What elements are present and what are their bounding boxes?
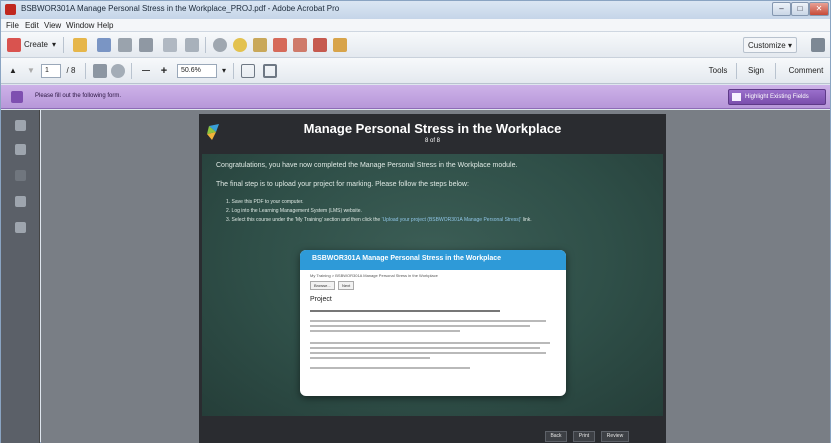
- bookmarks-icon[interactable]: [15, 144, 26, 155]
- print-button[interactable]: Print: [573, 431, 595, 442]
- back-button[interactable]: Back: [545, 431, 567, 442]
- arrow-up-icon[interactable]: ▲: [7, 63, 19, 79]
- page-number-input[interactable]: 1: [41, 64, 61, 78]
- open-folder-icon[interactable]: [73, 38, 87, 52]
- chalkboard-content: Congratulations, you have now completed …: [202, 154, 663, 416]
- page-title: Manage Personal Stress in the Workplace: [303, 121, 562, 136]
- lms-text-line: [310, 330, 460, 332]
- fit-page-icon[interactable]: [263, 64, 277, 78]
- customize-label: Customize: [747, 41, 786, 50]
- zoom-out-icon[interactable]: —: [139, 63, 153, 79]
- chevron-down-icon[interactable]: ▾: [49, 37, 59, 53]
- page-total: / 8: [66, 66, 76, 75]
- upload-project-link[interactable]: 'Upload your project (BSBWOR301A Manage …: [382, 217, 522, 223]
- arrow-down-icon[interactable]: ▼: [25, 63, 37, 79]
- highlight-fields-icon: [732, 93, 741, 101]
- step-2: 2. Log into the Learning Management Syst…: [226, 208, 362, 214]
- zoom-dropdown-icon[interactable]: ▾: [219, 63, 229, 79]
- lms-text-line: [310, 342, 550, 344]
- final-step-text: The final step is to upload your project…: [216, 181, 469, 188]
- lms-browse-button: Browse...: [310, 281, 335, 290]
- acrobat-app-icon: [5, 4, 16, 15]
- menu-bar: File Edit View Window Help: [1, 19, 830, 32]
- lms-text-line: [310, 367, 470, 369]
- paperclip-icon[interactable]: [15, 170, 26, 181]
- lms-screenshot: BSBWOR301A Manage Personal Stress in the…: [300, 250, 566, 396]
- highlight-fields-label: Highlight Existing Fields: [745, 94, 809, 100]
- settings-icon[interactable]: [213, 38, 227, 52]
- zoom-level-input[interactable]: 50.6%: [177, 64, 217, 78]
- lms-header: BSBWOR301A Manage Personal Stress in the…: [300, 250, 566, 270]
- highlight-icon[interactable]: [253, 38, 267, 52]
- acrobat-window: BSBWOR301A Manage Personal Stress in the…: [0, 0, 831, 443]
- congrats-text: Congratulations, you have now completed …: [216, 162, 518, 169]
- fit-width-icon[interactable]: [241, 64, 255, 78]
- customize-button[interactable]: Customize ▾: [743, 37, 797, 53]
- title-bar: BSBWOR301A Manage Personal Stress in the…: [1, 1, 830, 19]
- tools-pane-button[interactable]: Tools: [705, 63, 731, 79]
- menu-file[interactable]: File: [6, 21, 19, 30]
- comment-pane-button[interactable]: Comment: [782, 63, 830, 79]
- menu-window[interactable]: Window: [66, 21, 94, 30]
- step-3-end: link.: [522, 217, 532, 223]
- lms-text-line: [310, 320, 546, 322]
- create-pdf-icon: [7, 38, 21, 52]
- pdf-export-icon[interactable]: [293, 38, 307, 52]
- layers-icon[interactable]: [15, 222, 26, 233]
- pdf-share-icon[interactable]: [313, 38, 327, 52]
- combine-icon[interactable]: [185, 38, 199, 52]
- lms-project-heading: Project: [310, 296, 332, 303]
- sign-pane-button[interactable]: Sign: [743, 63, 769, 79]
- step-3: 3. Select this course under the 'My Trai…: [226, 217, 532, 223]
- select-cursor-icon[interactable]: [93, 64, 107, 78]
- lms-text-line: [310, 310, 500, 312]
- pdf-page: Manage Personal Stress in the Workplace …: [199, 114, 666, 443]
- expand-icon[interactable]: [811, 38, 825, 52]
- window-title: BSBWOR301A Manage Personal Stress in the…: [21, 4, 340, 13]
- lms-next-button: Next: [338, 281, 355, 290]
- email-icon[interactable]: [139, 38, 153, 52]
- main-toolbar: Create ▾ Customize ▾: [1, 32, 830, 58]
- create-button[interactable]: Create: [23, 37, 49, 53]
- print-icon[interactable]: [118, 38, 132, 52]
- save-icon[interactable]: [97, 38, 111, 52]
- lms-text-line: [310, 357, 430, 359]
- form-icon: [11, 91, 23, 103]
- step-1: 1. Save this PDF to your computer.: [226, 199, 304, 205]
- hand-tool-icon[interactable]: [111, 64, 125, 78]
- menu-view[interactable]: View: [44, 21, 61, 30]
- menu-edit[interactable]: Edit: [25, 21, 39, 30]
- zoom-in-icon[interactable]: +: [157, 63, 171, 79]
- navigation-toolbar: ▲ ▼ 1 / 8 — + 50.6% ▾ Tools Sign Comment: [1, 58, 830, 84]
- page-indicator: 8 of 8: [424, 138, 440, 144]
- signatures-icon[interactable]: [15, 196, 26, 207]
- review-button[interactable]: Review: [601, 431, 629, 442]
- lms-breadcrumb: My Training > BSBWOR301A Manage Personal…: [310, 273, 438, 278]
- lms-text-line: [310, 347, 540, 349]
- lms-title: BSBWOR301A Manage Personal Stress in the…: [312, 255, 502, 262]
- page-thumbnails-icon[interactable]: [15, 120, 26, 131]
- pdf-sign-icon[interactable]: [333, 38, 347, 52]
- step-3-text: 3. Select this course under the 'My Trai…: [226, 217, 381, 223]
- document-area-right: [666, 110, 830, 443]
- lms-text-line: [310, 325, 530, 327]
- maximize-button[interactable]: □: [791, 2, 809, 16]
- lms-text-line: [310, 352, 546, 354]
- form-message: Please fill out the following form.: [35, 93, 122, 99]
- form-message-bar: Please fill out the following form. High…: [1, 85, 830, 109]
- highlight-fields-button[interactable]: Highlight Existing Fields: [728, 89, 826, 105]
- page-header: Manage Personal Stress in the Workplace …: [199, 114, 666, 152]
- minimize-button[interactable]: –: [772, 2, 791, 16]
- close-button[interactable]: ✕: [809, 2, 829, 16]
- edit-icon[interactable]: [163, 38, 177, 52]
- pdf-icon[interactable]: [273, 38, 287, 52]
- menu-help[interactable]: Help: [97, 21, 113, 30]
- navigation-pane: [1, 110, 40, 443]
- comment-bubble-icon[interactable]: [233, 38, 247, 52]
